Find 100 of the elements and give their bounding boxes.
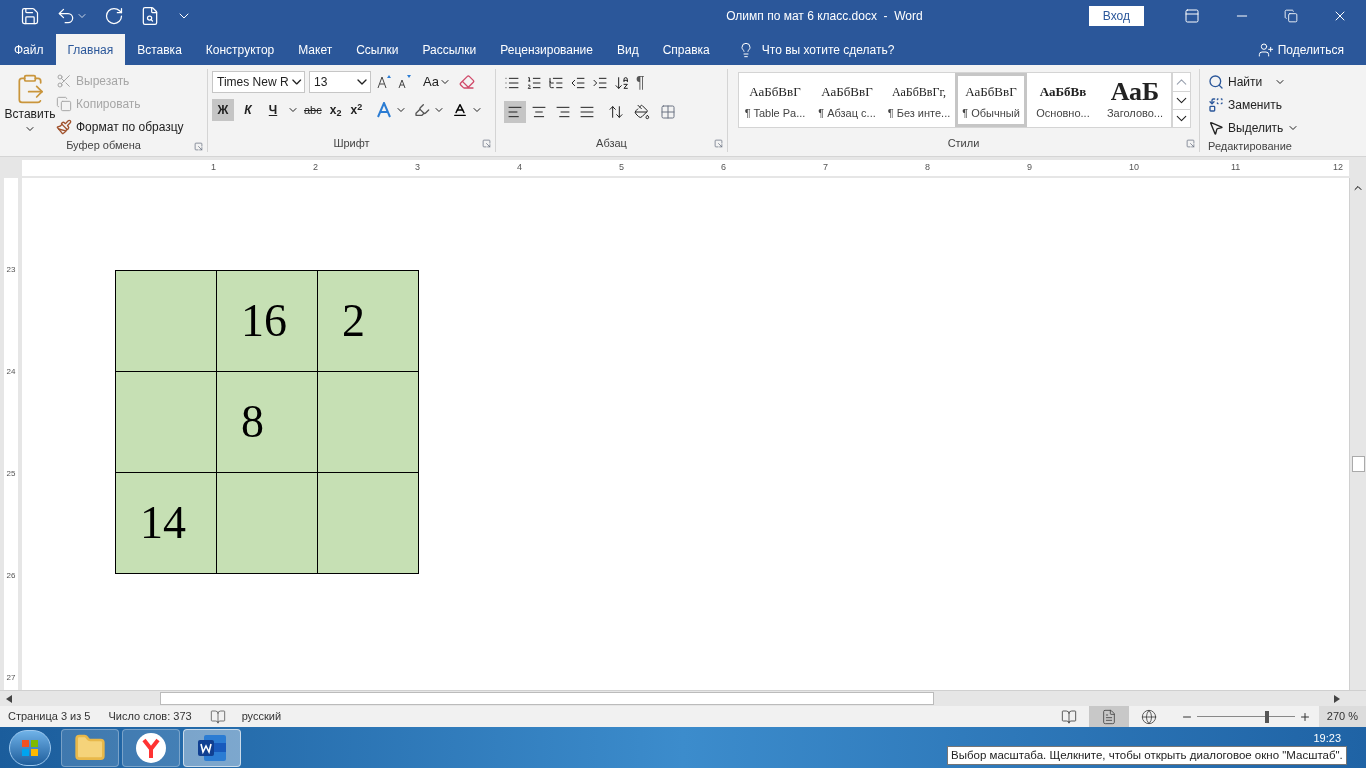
shrink-font-icon[interactable] — [395, 74, 411, 90]
underline-button[interactable]: Ч — [262, 99, 284, 121]
font-name-field[interactable]: Times New R — [212, 71, 305, 93]
ruler-number: 26 — [6, 571, 16, 581]
subscript-button[interactable]: x$_{2}$ — [326, 99, 345, 121]
windows-logo-icon — [21, 738, 39, 757]
scroll-left-icon[interactable] — [6, 694, 12, 703]
font-color-icon[interactable] — [452, 102, 469, 118]
align-lines-icon — [579, 104, 595, 120]
style-item[interactable]: АаБбВвГ ¶ Обычный — [955, 73, 1027, 127]
undo-icon[interactable] — [56, 6, 76, 26]
tooltip: Выбор масштаба. Щелкните, чтобы открыть диалоговое окно "Масштаб". — [947, 746, 1347, 766]
table-cell-number: 2 — [342, 295, 365, 346]
ruler-number: 1 — [211, 160, 217, 174]
scroll-thumb[interactable] — [1351, 456, 1365, 472]
dialog-launcher-icon[interactable] — [194, 142, 203, 151]
show-formatting-button[interactable]: ¶ — [636, 71, 645, 95]
group-label: Буфер обмена — [66, 138, 141, 153]
ribbon-tab[interactable]: Макет — [286, 34, 345, 65]
zoom-slider-thumb[interactable] — [1265, 710, 1270, 723]
style-item[interactable]: АаБбВв Основно... — [1027, 73, 1099, 127]
grow-font-icon[interactable] — [375, 74, 391, 90]
person-add-icon[interactable] — [1257, 41, 1274, 58]
paste-button[interactable]: Вставить — [4, 69, 56, 137]
style-item[interactable]: АаБбВвГ ¶ Table Pa... — [739, 73, 811, 127]
format-painter-button[interactable]: Формат по образцу — [56, 117, 184, 137]
ribbon-options-icon[interactable] — [1184, 8, 1200, 24]
ruler-number: 3 — [415, 160, 421, 174]
decrease-indent-icon[interactable] — [570, 75, 586, 91]
ruler-number: 10 — [1129, 160, 1140, 174]
page-count[interactable]: Страница 3 из 5 — [0, 708, 91, 725]
style-item[interactable]: АаБбВвГг, ¶ Без инте... — [883, 73, 955, 127]
highlighter-icon[interactable] — [414, 102, 431, 118]
select-button[interactable]: Выделить — [1208, 117, 1300, 138]
bold-button[interactable]: Ж — [212, 99, 234, 121]
shading-icon[interactable] — [634, 104, 650, 120]
zoom-level-button[interactable]: 270 % — [1318, 706, 1366, 727]
scroll-thumb[interactable] — [160, 692, 934, 705]
italic-button[interactable]: К — [237, 99, 259, 121]
start-button[interactable] — [9, 729, 51, 766]
group-label: Абзац — [596, 135, 627, 151]
dialog-launcher-icon[interactable] — [714, 139, 723, 148]
dialog-launcher-icon[interactable] — [1186, 139, 1195, 148]
ribbon-tab[interactable]: Рассылки — [410, 34, 489, 65]
restore-icon[interactable] — [1284, 9, 1298, 23]
style-item[interactable]: АаБ Заголово... — [1099, 73, 1171, 127]
change-case-button[interactable]: Aa — [419, 71, 455, 93]
scissors-icon — [56, 73, 72, 89]
sort-icon[interactable] — [614, 75, 630, 91]
ruler-number: 12 — [1333, 160, 1343, 174]
proofing-icon[interactable] — [209, 708, 226, 725]
ribbon-tab[interactable]: Ссылки — [344, 34, 411, 65]
word-logo-icon — [196, 732, 228, 763]
signin-button[interactable]: Вход — [1088, 6, 1144, 26]
font-size-field[interactable]: 13 — [309, 71, 371, 93]
align-button[interactable] — [504, 101, 526, 123]
print-preview-icon[interactable] — [140, 6, 160, 26]
scroll-right-icon[interactable] — [1334, 694, 1340, 703]
group-label: Редактирование — [1208, 139, 1292, 154]
increase-indent-icon[interactable] — [592, 75, 608, 91]
dialog-launcher-icon[interactable] — [482, 139, 491, 148]
align-lines-icon — [531, 104, 547, 120]
horizontal-scrollbar[interactable] — [0, 690, 1366, 706]
borders-icon[interactable] — [660, 104, 676, 120]
eraser-icon[interactable] — [458, 74, 475, 90]
ribbon-tab[interactable]: Главная — [55, 34, 126, 65]
multilevel-list-icon[interactable] — [548, 75, 564, 91]
ribbon-tab[interactable]: Рецензирование — [488, 34, 605, 65]
redo-icon[interactable] — [104, 6, 124, 26]
save-icon[interactable] — [20, 6, 40, 26]
ribbon-tab[interactable]: Вставка — [125, 34, 194, 65]
ribbon-tab[interactable]: Файл — [2, 34, 56, 65]
replace-button[interactable]: Заменить — [1208, 94, 1300, 115]
word-count[interactable]: Число слов: 373 — [90, 708, 192, 725]
numbered-list-icon[interactable] — [526, 75, 542, 91]
ruler-number: 24 — [6, 367, 16, 377]
text-effects-icon[interactable] — [376, 102, 393, 118]
taskbar-app-button[interactable] — [122, 728, 180, 767]
ribbon-tab[interactable]: Справка — [650, 34, 722, 65]
language-label[interactable]: русский — [225, 708, 282, 725]
ruler-number: 8 — [925, 160, 931, 174]
line-spacing-icon[interactable] — [608, 104, 624, 120]
bullet-list-icon[interactable] — [504, 75, 520, 91]
clock[interactable]: 19:23 — [1313, 730, 1341, 747]
find-button[interactable]: Найти — [1208, 71, 1300, 92]
print-view-icon — [1100, 708, 1117, 725]
taskbar-app-button[interactable] — [183, 728, 241, 767]
superscript-button[interactable]: x$^{2}$ — [347, 99, 366, 121]
view-button[interactable] — [1088, 706, 1129, 727]
tell-me-field[interactable]: Что вы хотите сделать? — [761, 40, 895, 59]
taskbar-app-button[interactable] — [61, 728, 119, 767]
strikethrough-button[interactable]: abc — [302, 99, 324, 121]
ruler-number: 27 — [6, 673, 16, 683]
ribbon-tab[interactable]: Конструктор — [193, 34, 287, 65]
vertical-scrollbar[interactable] — [1349, 178, 1366, 690]
style-item[interactable]: АаБбВвГ ¶ Абзац с... — [811, 73, 883, 127]
ribbon-tab[interactable]: Вид — [605, 34, 651, 65]
share-button[interactable]: Поделиться — [1257, 34, 1366, 65]
browser-logo-icon — [135, 731, 167, 764]
zoom-in-icon[interactable] — [1298, 710, 1311, 723]
